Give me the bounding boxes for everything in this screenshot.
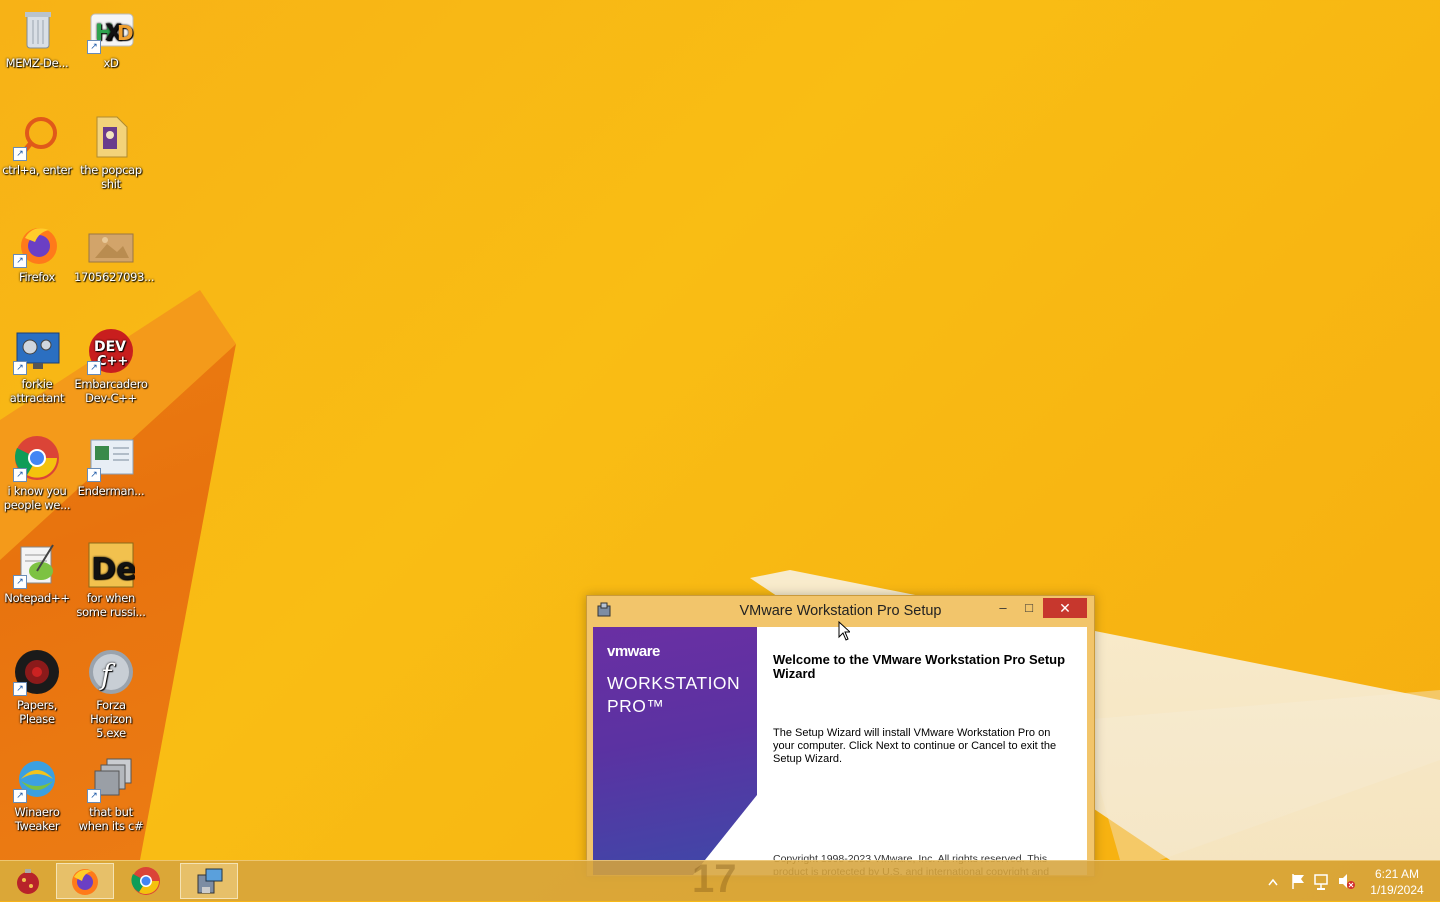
desktop-icon-devcpp[interactable]: DEV C++ ↗ Embarcadero Dev-C++ [74,327,148,405]
shortcut-arrow-icon: ↗ [13,147,27,161]
desktop-icon-label: Forza Horizon 5.exe [90,698,132,740]
desktop-icon-label: the popcap shit [80,163,142,191]
chrome-icon [131,867,160,895]
shortcut-arrow-icon: ↗ [87,40,101,54]
flash-icon: f [87,648,135,696]
desktop-icon-label: Papers, Please [16,698,58,726]
taskbar-chrome[interactable] [118,863,176,899]
desktop-icon-label: Notepad++ [4,591,70,605]
svg-text:C++: C++ [97,354,128,369]
desktop-icon-de-app[interactable]: De for when some russi... [74,541,148,619]
close-button[interactable]: ✕ [1043,598,1087,618]
vmware-logo: vmware [607,643,660,660]
desktop-icon-label: 1705627093... [74,270,155,284]
xd-shortcut-icon: HXD ↗ [87,6,135,54]
shortcut-arrow-icon: ↗ [87,361,101,375]
desktop-icon-firefox[interactable]: ↗ Firefox [0,220,74,284]
desktop-icon-forza[interactable]: f Forza Horizon 5.exe [74,648,148,740]
desktop-icon-xd[interactable]: HXD ↗ xD [74,6,148,70]
network-icon[interactable] [1313,861,1331,901]
shortcut-arrow-icon: ↗ [87,468,101,482]
desktop-icon-ctrl-a[interactable]: ↗ ctrl+a, enter [0,113,74,177]
taskbar-start-orb[interactable] [0,863,58,899]
wizard-description: The Setup Wizard will install VMware Wor… [773,727,1057,765]
chrome-icon: ↗ [13,434,61,482]
winaero-icon: ↗ [13,755,61,803]
desktop-icon-label: for when some russi... [76,591,146,619]
chevron-up-icon[interactable] [1266,861,1280,901]
svg-text:D: D [117,21,134,45]
desktop-icon-memz[interactable]: MEMZ-De... [0,6,74,70]
clock-time: 6:21 AM [1374,867,1420,881]
stacked-windows-icon: ↗ [87,755,135,803]
shortcut-arrow-icon: ↗ [13,682,27,696]
wizard-heading: Welcome to the VMware Workstation Pro Se… [773,652,1066,681]
desktop-icon-label: MEMZ-De... [5,56,69,70]
desktop-icon-label: Firefox [19,270,55,284]
mouse-cursor-icon [838,621,850,641]
taskbar-clock[interactable]: 6:21 AM 1/19/2024 [1360,866,1434,898]
shortcut-arrow-icon: ↗ [13,789,27,803]
installer-icon [197,868,223,894]
desktop-icon-label: Enderman... [77,484,145,498]
desktop-icon-notepadpp[interactable]: ↗ Notepad++ [0,541,74,605]
shortcut-arrow-icon: ↗ [13,575,27,589]
ornament-icon [17,869,39,894]
shortcut-arrow-icon: ↗ [13,361,27,375]
firefox-icon [72,869,98,895]
shortcut-arrow-icon: ↗ [13,468,27,482]
minimize-button[interactable]: – [991,598,1015,618]
taskbar-setup[interactable] [180,863,238,899]
wallpaper-watermark: 17 [692,857,737,901]
wizard-body: vmware WORKSTATION PRO™ Welcome to the V… [593,627,1087,875]
recycle-bin-icon [13,6,61,54]
desktop-icon-image-file[interactable]: 1705627093... [74,220,155,284]
volume-muted-icon[interactable] [1337,861,1355,901]
desktop-icon-label: i know you people we... [3,484,71,512]
desktop-icon-label: Embarcadero Dev-C++ [74,377,148,405]
desktop-icon-stacked[interactable]: ↗ that but when its c# [74,755,148,833]
papers-please-icon: ↗ [13,648,61,696]
product-line-2: PRO™ [607,696,665,716]
desktop-icon-label: forkie attractant [9,377,65,405]
product-line-1: WORKSTATION [607,673,741,693]
desktop-icon-label: Winaero Tweaker [14,805,60,833]
desktop-icon-popcap[interactable]: the popcap shit [74,113,148,191]
product-name: WORKSTATION PRO™ [607,672,740,718]
svg-text:DEV: DEV [94,339,126,355]
vmware-banner: vmware WORKSTATION PRO™ [593,627,757,875]
svg-text:De: De [91,552,135,587]
desktop-icon-label: that but when its c# [78,805,144,833]
shortcut-arrow-icon: ↗ [13,254,27,268]
shortcut-arrow-icon: ↗ [87,789,101,803]
maximize-button[interactable]: □ [1017,598,1041,618]
image-file-icon [87,220,135,268]
taskbar: 17 6:21 AM 1/19/2024 [0,857,1440,901]
devcpp-icon: DEV C++ ↗ [87,327,135,375]
flag-icon[interactable] [1290,861,1306,901]
de-app-icon: De [87,541,136,589]
desktop-icon-label: xD [103,56,119,70]
desktop-icon-enderman[interactable]: ↗ Enderman... [74,434,148,498]
control-panel-icon: ↗ [13,327,61,375]
wizard-content: Welcome to the VMware Workstation Pro Se… [773,652,1073,876]
desktop-icon-winaero[interactable]: ↗ Winaero Tweaker [0,755,74,833]
notepadpp-icon: ↗ [13,541,61,589]
desktop-icon-chrome[interactable]: ↗ i know you people we... [0,434,74,512]
search-shortcut-icon: ↗ [13,113,61,161]
taskbar-firefox[interactable] [56,863,114,899]
desktop-icon-label: ctrl+a, enter [2,163,72,177]
clock-date: 1/19/2024 [1370,883,1424,897]
window-app-icon: ↗ [87,434,135,482]
banner-diagonal [693,795,757,875]
desktop-icon-papers-please[interactable]: ↗ Papers, Please [0,648,74,726]
desktop-icon-forkie[interactable]: ↗ forkie attractant [0,327,74,405]
firefox-icon: ↗ [13,220,61,268]
folder-icon [87,113,135,161]
